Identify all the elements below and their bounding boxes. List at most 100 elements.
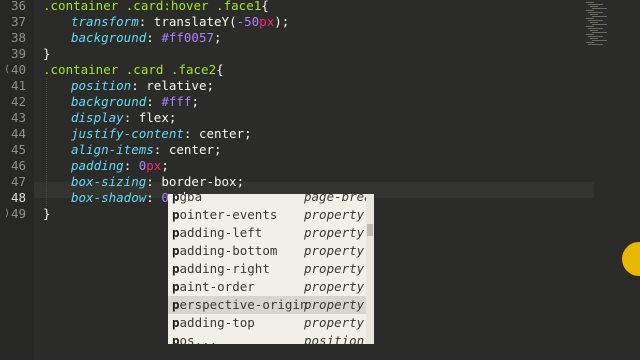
autocomplete-item-name: pgba — [172, 194, 202, 206]
code-token: relative — [146, 78, 207, 93]
code-line[interactable]: box-sizing: border-box; — [43, 174, 244, 190]
autocomplete-item-name: padding-bottom — [172, 243, 278, 258]
line-number-gutter: 36 37 38 39 40 41 42 43 44 45 46 47 48 49() — [0, 0, 34, 360]
autocomplete-item-type: page-break-after — [304, 194, 366, 204]
autocomplete-item-name: pointer-events — [172, 207, 278, 222]
code-token: : — [131, 78, 147, 93]
autocomplete-item[interactable]: pgba page-break-after — [168, 194, 366, 206]
autocomplete-item-type: property — [304, 279, 365, 294]
code-token: display — [71, 110, 124, 125]
autocomplete-item[interactable]: padding-bottom property — [168, 242, 366, 260]
line-number: 43 — [10, 110, 26, 125]
minimap[interactable] — [586, 0, 614, 48]
code-token: center — [198, 126, 245, 141]
code-token: box-sizing — [71, 174, 147, 189]
line-number: 36 — [10, 0, 26, 13]
line-number: 42 — [10, 94, 26, 109]
minimap-line — [586, 2, 594, 3]
code-token: px — [259, 14, 275, 29]
code-token: justify-content — [71, 126, 184, 141]
code-token: ); — [274, 14, 290, 29]
line-number: 39 — [10, 46, 26, 61]
code-line[interactable]: background: #fff; — [43, 94, 199, 110]
code-token: ; — [206, 78, 215, 93]
code-token: { — [261, 0, 269, 13]
code-line[interactable]: } — [43, 206, 51, 222]
match-highlight: p — [172, 279, 180, 294]
code-token: ; — [214, 30, 222, 45]
autocomplete-item[interactable]: perspective-origin property — [168, 296, 366, 314]
code-line[interactable]: background: #ff0057; — [43, 30, 222, 46]
code-token: center — [168, 142, 215, 157]
autocomplete-item-type: property — [304, 315, 365, 330]
minimap-line — [586, 10, 594, 11]
autocomplete-item-name: padding-top — [172, 315, 255, 330]
code-token: padding — [71, 158, 124, 173]
minimap-line — [590, 38, 598, 39]
fold-marker-icon[interactable]: ) — [4, 206, 10, 222]
minimap-line — [592, 8, 607, 9]
fold-marker-icon[interactable]: ( — [4, 62, 10, 78]
autocomplete-item-type: property — [304, 261, 365, 276]
code-token: translateY — [153, 14, 230, 29]
minimap-line — [588, 44, 603, 45]
autocomplete-item[interactable]: pointer-events property — [168, 206, 366, 224]
autocomplete-item[interactable]: pos... position: static — [168, 332, 366, 344]
line-number: 38 — [10, 30, 26, 45]
code-line[interactable]: transform: translateY(-50px); — [43, 14, 289, 30]
match-highlight: p — [172, 225, 180, 240]
code-line[interactable]: display: flex; — [43, 110, 176, 126]
line-number: 37 — [10, 14, 26, 29]
code-token: ; — [191, 94, 199, 109]
minimap-line — [590, 6, 598, 7]
line-number: 48 — [10, 190, 26, 205]
code-token: ; — [168, 110, 177, 125]
autocomplete-item[interactable]: padding-top property — [168, 314, 366, 332]
autocomplete-item[interactable]: paint-order property — [168, 278, 366, 296]
code-line[interactable]: position: relative; — [43, 78, 214, 94]
code-token: ; — [214, 142, 222, 157]
minimap-line — [590, 30, 598, 31]
autocomplete-item-type: property — [304, 297, 365, 312]
autocomplete-item[interactable]: padding-left property — [168, 224, 366, 242]
autocomplete-item-name: padding-right — [172, 261, 270, 276]
line-number: 41 — [10, 78, 26, 93]
autocomplete-item-type: position: static — [304, 333, 366, 344]
code-line[interactable]: padding: 0px; — [43, 158, 169, 174]
match-highlight: p — [172, 194, 180, 204]
code-token: px — [146, 158, 162, 173]
code-token: : — [123, 110, 139, 125]
code-token: : — [123, 158, 139, 173]
autocomplete-scrollbar[interactable] — [366, 194, 374, 344]
code-token: } — [43, 206, 51, 221]
autocomplete-popup[interactable]: pgba page-break-after pointer-events proper… — [168, 194, 366, 344]
code-token: background — [71, 30, 147, 45]
code-line[interactable]: } — [43, 46, 51, 62]
code-token: : — [146, 174, 162, 189]
autocomplete-item-type: property — [304, 207, 365, 222]
code-line[interactable]: align-items: center; — [43, 142, 222, 158]
code-token: : — [183, 126, 199, 141]
code-line[interactable]: .container .card:hover .face1{ — [43, 0, 269, 14]
minimap-line — [586, 42, 594, 43]
autocomplete-scrollbar-thumb[interactable] — [367, 224, 373, 236]
minimap-line — [588, 4, 603, 5]
minimap-line — [592, 16, 607, 17]
code-token: align-items — [71, 142, 154, 157]
code-token: ; — [161, 158, 169, 173]
code-line[interactable]: box-shadow: 0 p — [43, 190, 185, 206]
code-token: transform — [71, 14, 139, 29]
code-line[interactable]: justify-content: center; — [43, 126, 252, 142]
match-highlight: p — [172, 207, 180, 222]
minimap-line — [586, 26, 594, 27]
code-token: : — [146, 30, 162, 45]
match-highlight: p — [172, 315, 180, 330]
autocomplete-item[interactable]: padding-right property — [168, 260, 366, 278]
autocomplete-item-type: property — [304, 243, 365, 258]
autocomplete-item-type: property — [304, 225, 365, 240]
code-line[interactable]: .container .card .face2{ — [43, 62, 224, 78]
line-number: 46 — [10, 158, 26, 173]
minimap-line — [592, 32, 607, 33]
autocomplete-item-name: pos... — [172, 332, 217, 344]
match-highlight: p — [172, 243, 180, 258]
